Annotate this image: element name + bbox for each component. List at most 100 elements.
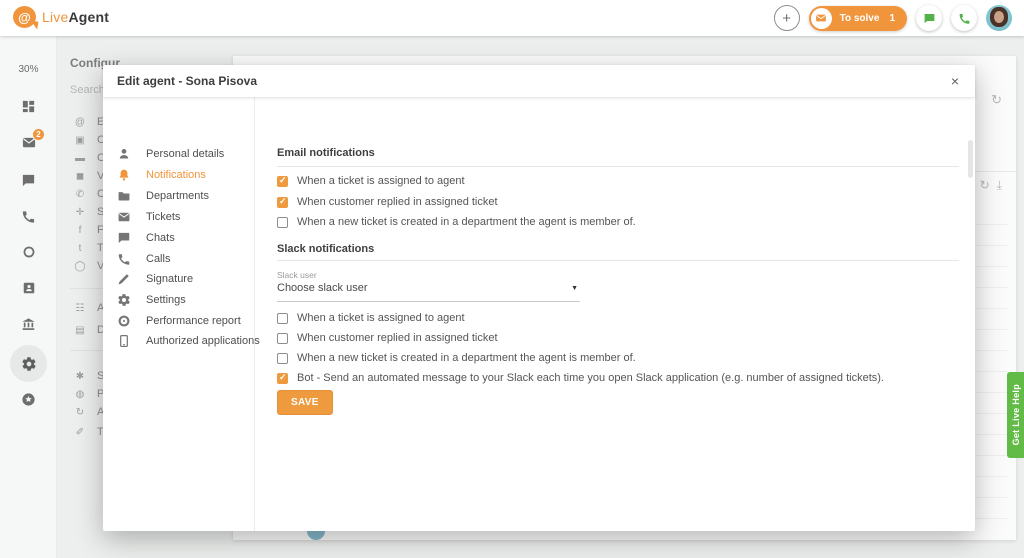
checkbox-row-slack-bot[interactable]: Bot - Send an automated message to your … (277, 372, 884, 384)
calls-button[interactable] (951, 5, 977, 31)
facebook-icon: f (74, 225, 86, 236)
menu-item-settings[interactable]: Settings (117, 290, 186, 310)
bg-nav-slack[interactable]: ✛Sl (74, 206, 107, 218)
sidebar-starred-button[interactable] (0, 392, 57, 407)
person-icon (117, 147, 131, 161)
pen-icon (117, 272, 131, 286)
save-button[interactable]: SAVE (277, 390, 333, 415)
tickets-badge: 2 (32, 128, 45, 141)
chat-icon: ▬ (74, 153, 86, 164)
notifications-panel: Email notifications When a ticket is ass… (255, 97, 975, 531)
checkbox-row-slack-replied[interactable]: When customer replied in assigned ticket (277, 332, 498, 344)
refresh-icon[interactable]: ↻ (980, 178, 990, 193)
menu-item-chats[interactable]: Chats (117, 228, 175, 248)
ring-icon (22, 245, 36, 259)
checkbox[interactable] (277, 197, 288, 208)
sidebar-chats-button[interactable] (0, 173, 57, 188)
checkbox[interactable] (277, 217, 288, 228)
icon-sidebar: 30% 2 (0, 36, 57, 558)
get-live-help-button[interactable]: Get Live Help (1007, 372, 1024, 458)
edit-agent-modal: Edit agent - Sona Pisova × Personal deta… (103, 65, 975, 531)
liveagent-logo[interactable]: @ LiveAgent (13, 6, 109, 28)
checkbox-row-email-assigned[interactable]: When a ticket is assigned to agent (277, 175, 465, 187)
star-icon (21, 392, 36, 407)
checkbox[interactable] (277, 333, 288, 344)
add-button[interactable]: + (774, 5, 800, 31)
sidebar-automation-button[interactable] (0, 245, 57, 259)
slack-icon: ✛ (74, 207, 86, 218)
to-solve-button[interactable]: To solve 1 (809, 6, 907, 31)
checkbox-row-slack-new-ticket[interactable]: When a new ticket is created in a depart… (277, 352, 636, 364)
slack-notifications-header: Slack notifications (277, 243, 374, 255)
divider (277, 260, 959, 261)
checkbox-row-email-replied[interactable]: When customer replied in assigned ticket (277, 196, 498, 208)
download-icon[interactable]: ⤓ (997, 178, 1002, 193)
menu-item-tickets[interactable]: Tickets (117, 207, 180, 227)
globe-icon: ◍ (74, 389, 86, 400)
modal-title: Edit agent - Sona Pisova (117, 74, 257, 88)
bg-nav-viber[interactable]: ◯Vi (74, 260, 107, 272)
twitter-icon: t (74, 243, 86, 254)
close-icon[interactable]: × (945, 71, 965, 91)
smartphone-icon (117, 334, 131, 348)
modal-header: Edit agent - Sona Pisova × (103, 65, 975, 97)
sidebar-configuration-button[interactable] (0, 356, 57, 372)
sidebar-tickets-button[interactable]: 2 (0, 135, 57, 150)
chat-icon (21, 173, 36, 188)
envelope-icon (811, 8, 832, 29)
gear-icon (21, 356, 37, 372)
refresh-icon[interactable]: ↻ (991, 92, 1002, 108)
viber-icon: ◯ (74, 261, 86, 272)
modal-scrollbar[interactable] (968, 140, 973, 178)
bg-nav-video[interactable]: ◼Vi (74, 170, 107, 182)
menu-item-calls[interactable]: Calls (117, 249, 170, 269)
checkbox-label: When a ticket is assigned to agent (297, 175, 465, 187)
at-icon: @ (74, 117, 86, 128)
gear-icon: ✱ (74, 371, 86, 382)
menu-item-signature[interactable]: Signature (117, 269, 193, 289)
phone-icon (958, 12, 971, 25)
sidebar-contacts-button[interactable] (0, 281, 57, 295)
chat-icon (117, 231, 131, 245)
dashboard-icon (21, 99, 36, 114)
checkbox-label: When customer replied in assigned ticket (297, 332, 498, 344)
sidebar-academy-button[interactable] (0, 317, 57, 332)
refresh-icon: ↻ (74, 407, 86, 418)
checkbox-label: When a new ticket is created in a depart… (297, 352, 636, 364)
folder-icon: ▤ (74, 325, 86, 336)
video-icon: ◼ (74, 171, 86, 182)
to-solve-count: 1 (889, 13, 895, 24)
donut-chart-icon (117, 314, 131, 328)
chats-button[interactable] (916, 5, 942, 31)
menu-item-performance-report[interactable]: Performance report (117, 311, 241, 331)
checkbox[interactable] (277, 313, 288, 324)
phone-icon (117, 252, 131, 266)
usage-percent: 30% (0, 64, 57, 75)
checkbox-label: When customer replied in assigned ticket (297, 196, 498, 208)
widget-icon: ▣ (74, 135, 86, 146)
sidebar-calls-button[interactable] (0, 209, 57, 224)
wrench-icon: ✐ (74, 427, 86, 438)
menu-item-notifications[interactable]: Notifications (117, 165, 206, 185)
menu-item-authorized-applications[interactable]: Authorized applications (117, 331, 260, 351)
mail-icon (117, 210, 131, 224)
bell-icon (117, 168, 131, 182)
checkbox[interactable] (277, 373, 288, 384)
checkbox[interactable] (277, 353, 288, 364)
checkbox[interactable] (277, 176, 288, 187)
checkbox-row-slack-assigned[interactable]: When a ticket is assigned to agent (277, 312, 465, 324)
contact-card-icon (22, 281, 36, 295)
menu-item-departments[interactable]: Departments (117, 186, 209, 206)
chevron-down-icon: ▼ (571, 285, 578, 292)
divider (277, 166, 959, 167)
sidebar-dashboard-button[interactable] (0, 99, 57, 114)
phone-icon (21, 209, 36, 224)
people-icon: ☷ (74, 303, 86, 314)
slack-user-select[interactable]: Choose slack user ▼ (277, 282, 580, 302)
academy-icon (21, 317, 36, 332)
user-avatar[interactable] (986, 5, 1012, 31)
logo-bubble-icon: @ (13, 6, 36, 28)
menu-item-personal-details[interactable]: Personal details (117, 144, 224, 164)
to-solve-label: To solve (840, 13, 880, 24)
checkbox-row-email-new-ticket[interactable]: When a new ticket is created in a depart… (277, 216, 636, 228)
